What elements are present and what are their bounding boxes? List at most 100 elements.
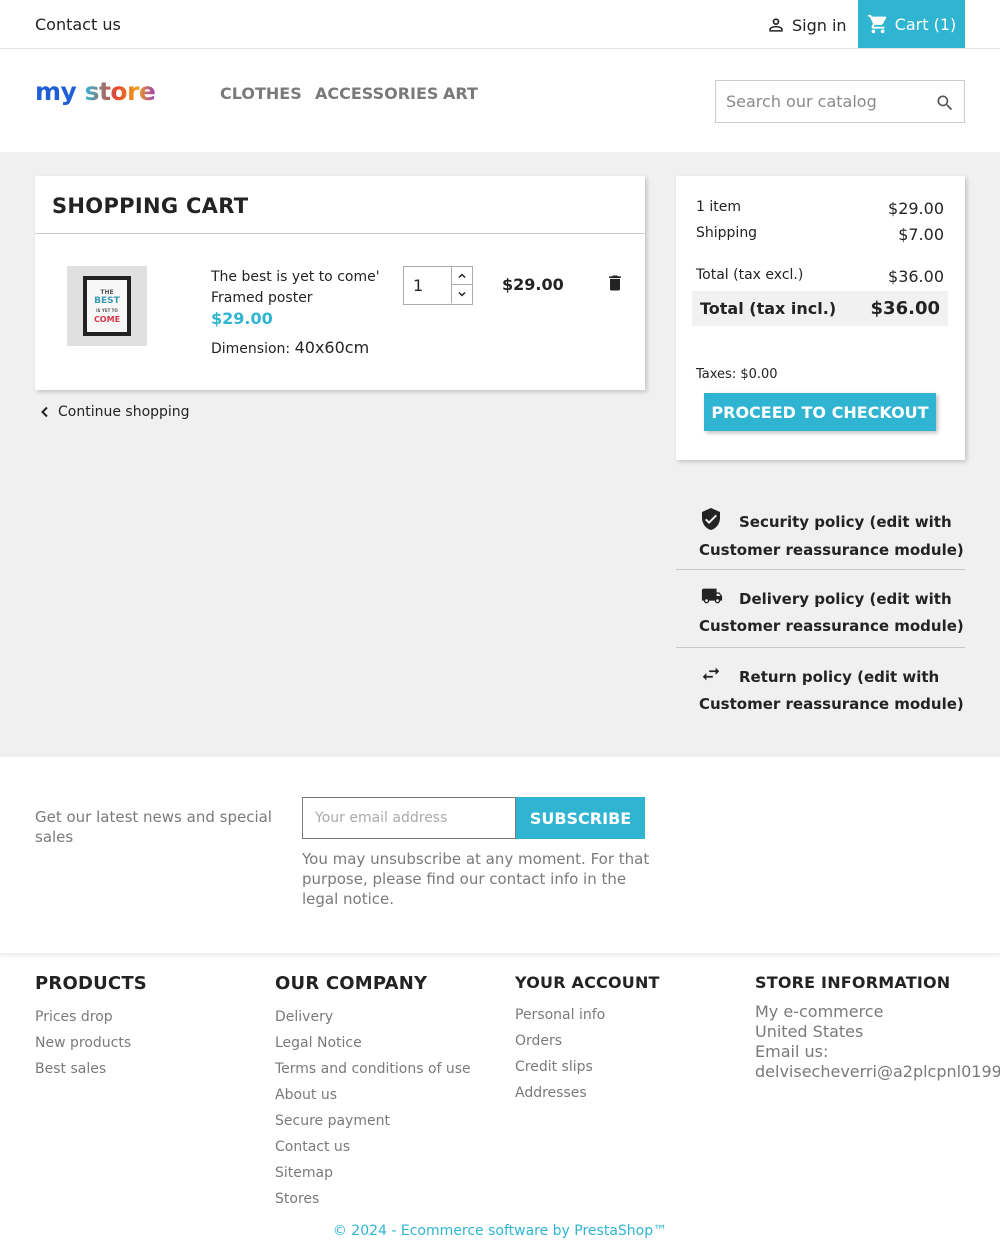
quantity-decrease-button[interactable]	[451, 285, 472, 303]
summary-total-excl-value: $36.00	[888, 267, 944, 286]
summary-items-value: $29.00	[888, 199, 944, 218]
store-info-text: My e-commerce United States Email us: de…	[755, 1002, 1000, 1082]
cart-label: Cart (1)	[894, 14, 957, 34]
reassurance-return: Return policy (edit with Customer reassu…	[676, 663, 965, 716]
store-logo[interactable]: my store	[35, 77, 156, 106]
store-name: My e-commerce	[755, 1002, 884, 1021]
unsubscribe-notice: You may unsubscribe at any moment. For t…	[302, 850, 650, 908]
footer-link-personal-info[interactable]: Personal info	[515, 1002, 660, 1028]
footer-products: PRODUCTS Prices drop New products Best s…	[35, 973, 147, 1082]
continue-shopping-label: Continue shopping	[58, 404, 190, 420]
footer-link-secure-payment[interactable]: Secure payment	[275, 1108, 471, 1134]
footer-store-title: STORE INFORMATION	[755, 973, 951, 992]
nav-accessories[interactable]: ACCESSORIES	[315, 84, 438, 103]
product-thumbnail[interactable]: THE BEST IS YET TO COME	[67, 266, 147, 346]
footer-link-credit-slips[interactable]: Credit slips	[515, 1054, 660, 1080]
summary-total-excl-row: Total (tax excl.) $36.00	[696, 267, 944, 286]
sign-in-link[interactable]: Sign in	[766, 15, 847, 35]
reassurance-delivery: Delivery policy (edit with Customer reas…	[676, 585, 965, 638]
reassurance-return-line2: Customer reassurance module)	[699, 695, 964, 713]
footer-link-legal-notice[interactable]: Legal Notice	[275, 1030, 471, 1056]
shopping-cart-icon	[867, 14, 886, 34]
reassurance-delivery-line2: Customer reassurance module)	[699, 617, 964, 635]
newsletter-email-input[interactable]	[302, 797, 516, 839]
summary-total-incl-label: Total (tax incl.)	[700, 299, 837, 318]
nav-clothes[interactable]: CLOTHES	[220, 84, 302, 103]
reassurance-return-line1: Return policy (edit with	[739, 668, 940, 686]
reassurance-delivery-line1: Delivery policy (edit with	[739, 590, 952, 608]
footer-account-title[interactable]: YOUR ACCOUNT	[515, 973, 660, 992]
copyright-link[interactable]: © 2024 - Ecommerce software by PrestaSho…	[0, 1223, 1000, 1239]
store-email-link[interactable]: delvisecheverri@a2plcpnl0199.prod.iad2.s…	[755, 1062, 1000, 1082]
cart-title: SHOPPING CART	[52, 194, 249, 218]
footer-link-stores[interactable]: Stores	[275, 1186, 471, 1212]
product-unit-price: $29.00	[211, 309, 273, 328]
summary-shipping-value: $7.00	[898, 225, 944, 244]
quantity-increase-button[interactable]	[451, 267, 472, 285]
line-total: $29.00	[502, 275, 564, 294]
user-icon	[769, 18, 783, 32]
store-email-label: Email us:	[755, 1042, 829, 1061]
cart-summary: 1 item $29.00 Shipping $7.00 Total (tax …	[676, 176, 965, 460]
summary-total-incl-value: $36.00	[870, 298, 940, 319]
top-bar: Contact us Sign in Cart (1)	[0, 0, 1000, 49]
footer-link-new-products[interactable]: New products	[35, 1030, 147, 1056]
footer-link-addresses[interactable]: Addresses	[515, 1080, 660, 1106]
logo-part-2: store	[84, 77, 156, 106]
newsletter-text: Get our latest news and special sales	[35, 808, 272, 846]
summary-total-incl-row: Total (tax incl.) $36.00	[692, 291, 948, 326]
reassurance-divider	[676, 569, 965, 570]
footer-company: OUR COMPANY Delivery Legal Notice Terms …	[275, 973, 471, 1212]
subscribe-button[interactable]: SUBSCRIBE	[516, 797, 645, 839]
proceed-to-checkout-button[interactable]: PROCEED TO CHECKOUT	[704, 393, 936, 431]
attribute-label: Dimension:	[211, 341, 291, 357]
quantity-input[interactable]	[404, 267, 451, 304]
cart-divider	[35, 233, 645, 234]
footer-products-title: PRODUCTS	[35, 973, 147, 994]
poster-text-2: BEST	[94, 296, 120, 306]
search-input[interactable]	[716, 81, 926, 122]
summary-shipping-row: Shipping $7.00	[696, 225, 944, 244]
summary-items-label: 1 item	[696, 199, 741, 215]
sign-in-label: Sign in	[792, 15, 847, 35]
footer-store-info: STORE INFORMATION My e-commerce United S…	[755, 973, 1000, 1082]
swap-arrows-icon	[699, 663, 739, 692]
product-name-link[interactable]: The best is yet to come' Framed poster	[211, 267, 391, 309]
summary-items-row: 1 item $29.00	[696, 199, 944, 218]
truck-icon	[699, 585, 739, 614]
chevron-left-icon	[41, 406, 48, 418]
footer-link-orders[interactable]: Orders	[515, 1028, 660, 1054]
continue-shopping-link[interactable]: Continue shopping	[40, 404, 190, 420]
footer-link-contact-us[interactable]: Contact us	[275, 1134, 471, 1160]
product-attribute: Dimension: 40x60cm	[211, 338, 369, 357]
contact-us-link[interactable]: Contact us	[35, 15, 121, 34]
chevron-down-icon	[458, 291, 466, 297]
footer-company-title: OUR COMPANY	[275, 973, 428, 994]
main-content: SHOPPING CART THE BEST IS YET TO COME Th…	[0, 152, 1000, 757]
footer-link-prices-drop[interactable]: Prices drop	[35, 1004, 147, 1030]
logo-part-1: my	[35, 77, 77, 106]
store-country: United States	[755, 1022, 864, 1041]
footer-account: YOUR ACCOUNT Personal info Orders Credit…	[515, 973, 660, 1106]
nav-art[interactable]: ART	[443, 84, 478, 103]
summary-total-excl-label: Total (tax excl.)	[696, 267, 804, 283]
footer-link-best-sales[interactable]: Best sales	[35, 1056, 147, 1082]
summary-shipping-label: Shipping	[696, 225, 758, 241]
search-box	[715, 80, 965, 123]
site-header: my store CLOTHES ACCESSORIES ART	[0, 49, 1000, 152]
attribute-value: 40x60cm	[294, 338, 370, 357]
summary-taxes: Taxes: $0.00	[696, 367, 778, 382]
footer-link-sitemap[interactable]: Sitemap	[275, 1160, 471, 1186]
quantity-stepper	[403, 266, 473, 305]
reassurance-security-line1: Security policy (edit with	[739, 513, 952, 531]
footer-link-about-us[interactable]: About us	[275, 1082, 471, 1108]
cart-button[interactable]: Cart (1)	[858, 0, 965, 48]
reassurance-divider	[676, 647, 965, 648]
remove-item-button[interactable]	[605, 272, 625, 298]
footer-link-delivery[interactable]: Delivery	[275, 1004, 471, 1030]
trash-icon	[609, 275, 621, 291]
poster-text-3: IS YET TO	[96, 308, 118, 313]
chevron-up-icon	[458, 272, 466, 278]
search-icon[interactable]	[935, 93, 955, 113]
footer-link-terms[interactable]: Terms and conditions of use	[275, 1056, 471, 1082]
